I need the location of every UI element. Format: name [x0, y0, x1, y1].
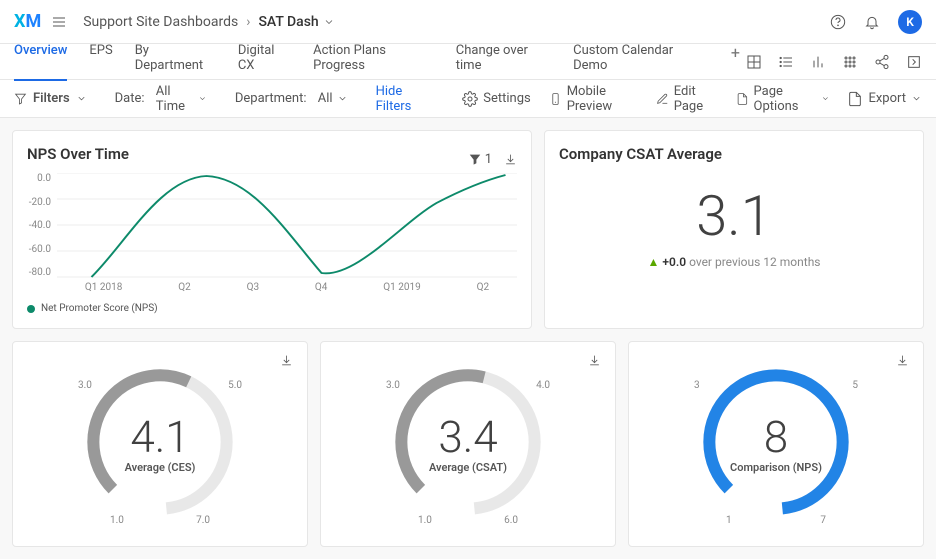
- filter-department[interactable]: Department: All: [235, 91, 348, 106]
- edit-page-button[interactable]: Edit Page: [656, 84, 718, 114]
- gauge-csat: 3.4 Average (CSAT) 3.0 4.0 1.0 6.0: [378, 352, 558, 532]
- gauge-ces: 4.1 Average (CES) 3.0 5.0 1.0 7.0: [70, 352, 250, 532]
- bell-icon[interactable]: [864, 14, 880, 30]
- row-2: 4.1 Average (CES) 3.0 5.0 1.0 7.0 3.4 Av…: [12, 341, 924, 547]
- help-icon[interactable]: [830, 14, 846, 30]
- fullscreen-icon[interactable]: [906, 54, 922, 70]
- csat-trend: ▲ +0.0 over previous 12 months: [559, 255, 909, 269]
- bar-chart-icon[interactable]: [810, 54, 826, 70]
- header-actions: K: [830, 10, 922, 34]
- line-chart-svg: [57, 173, 517, 278]
- widget-filter-button[interactable]: 1: [469, 152, 492, 167]
- layout-icon[interactable]: [746, 54, 762, 70]
- page-options-button[interactable]: Page Options: [736, 84, 830, 114]
- row-1: NPS Over Time 1 0.0 -20.0 -40.0 -60.0 -8…: [12, 130, 924, 329]
- gauge-nps-card: 8 Comparison (NPS) 3 5 1 7: [628, 341, 924, 547]
- chevron-down-icon: [76, 93, 87, 104]
- menu-icon[interactable]: [51, 14, 67, 30]
- tab-digital-cx[interactable]: Digital CX: [238, 43, 291, 81]
- logo: XM: [14, 11, 41, 32]
- chevron-down-icon: [323, 16, 335, 28]
- filters-button[interactable]: Filters: [14, 91, 87, 106]
- tab-eps[interactable]: EPS: [89, 43, 112, 81]
- download-icon[interactable]: [504, 153, 517, 166]
- breadcrumb-parent[interactable]: Support Site Dashboards: [83, 14, 238, 30]
- avatar[interactable]: K: [898, 10, 922, 34]
- legend-dot-icon: [27, 305, 35, 313]
- grid-icon[interactable]: [842, 54, 858, 70]
- gauge-ces-card: 4.1 Average (CES) 3.0 5.0 1.0 7.0: [12, 341, 308, 547]
- x-axis-labels: Q1 2018 Q2 Q3 Q4 Q1 2019 Q2: [57, 282, 517, 293]
- card-title: Company CSAT Average: [559, 145, 909, 163]
- chevron-right-icon: ›: [246, 14, 250, 30]
- gauge-csat-card: 3.4 Average (CSAT) 3.0 4.0 1.0 6.0: [320, 341, 616, 547]
- csat-average-card: Company CSAT Average 3.1 ▲ +0.0 over pre…: [544, 130, 924, 329]
- csat-value: 3.1: [559, 183, 909, 249]
- filters-row: Filters Date: All Time Department: All H…: [0, 80, 936, 118]
- breadcrumb: Support Site Dashboards › SAT Dash: [83, 14, 335, 30]
- trend-up-icon: ▲: [648, 255, 660, 269]
- nps-line-chart: 0.0 -20.0 -40.0 -60.0 -80.0 Q1 2018 Q2 Q…: [57, 173, 517, 293]
- nps-over-time-card: NPS Over Time 1 0.0 -20.0 -40.0 -60.0 -8…: [12, 130, 532, 329]
- tab-custom-calendar[interactable]: Custom Calendar Demo: [573, 43, 703, 81]
- app-header: XM Support Site Dashboards › SAT Dash K: [0, 0, 936, 44]
- card-title: NPS Over Time: [27, 145, 129, 163]
- view-tools: [746, 54, 922, 70]
- tabs: Overview EPS By Department Digital CX Ac…: [14, 43, 746, 81]
- download-icon[interactable]: [588, 354, 601, 367]
- mobile-preview-button[interactable]: Mobile Preview: [549, 84, 638, 114]
- dashboard-content: NPS Over Time 1 0.0 -20.0 -40.0 -60.0 -8…: [0, 118, 936, 559]
- tabs-row: Overview EPS By Department Digital CX Ac…: [0, 44, 936, 80]
- y-axis-labels: 0.0 -20.0 -40.0 -60.0 -80.0: [27, 173, 51, 278]
- add-tab-button[interactable]: +: [725, 43, 746, 81]
- share-icon[interactable]: [874, 54, 890, 70]
- download-icon[interactable]: [280, 354, 293, 367]
- tab-by-department[interactable]: By Department: [135, 43, 216, 81]
- list-icon[interactable]: [778, 54, 794, 70]
- chart-legend: Net Promoter Score (NPS): [27, 303, 517, 314]
- export-button[interactable]: Export: [847, 91, 922, 107]
- download-icon[interactable]: [896, 354, 909, 367]
- tab-overview[interactable]: Overview: [14, 43, 67, 81]
- tab-action-plans[interactable]: Action Plans Progress: [313, 43, 434, 81]
- tab-change-over-time[interactable]: Change over time: [456, 43, 551, 81]
- hide-filters-link[interactable]: Hide Filters: [376, 84, 435, 114]
- filters-toolbar: Settings Mobile Preview Edit Page Page O…: [462, 84, 922, 114]
- breadcrumb-current[interactable]: SAT Dash: [258, 14, 334, 30]
- gauge-nps: 8 Comparison (NPS) 3 5 1 7: [686, 352, 866, 532]
- filter-date[interactable]: Date: All Time: [115, 84, 207, 114]
- settings-button[interactable]: Settings: [462, 91, 530, 107]
